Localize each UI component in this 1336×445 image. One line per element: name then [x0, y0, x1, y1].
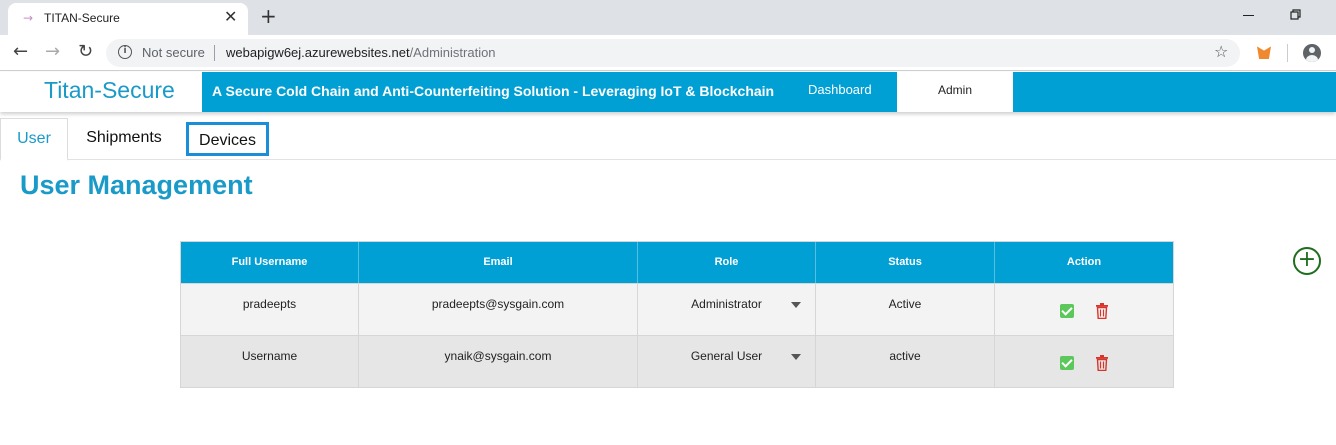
- role-select-value: General User: [690, 349, 763, 363]
- tagline: A Secure Cold Chain and Anti-Counterfeit…: [212, 83, 775, 99]
- cell-status: active: [816, 336, 995, 387]
- star-icon[interactable]: ☆: [1214, 42, 1228, 61]
- browser-tab[interactable]: → TITAN-Secure ✕: [8, 3, 248, 35]
- trash-icon[interactable]: [1095, 355, 1108, 371]
- minimize-window-button[interactable]: [1243, 6, 1255, 20]
- admin-subtabs: User Shipments Devices: [0, 118, 1336, 161]
- browser-tabstrip: → TITAN-Secure ✕ +: [0, 0, 1336, 35]
- extension-icon[interactable]: [1257, 46, 1271, 59]
- cell-email: pradeepts@sysgain.com: [359, 284, 638, 335]
- app-header: Titan-Secure A Secure Cold Chain and Ant…: [0, 72, 1336, 112]
- role-select[interactable]: Administrator: [638, 284, 816, 335]
- cell-email: ynaik@sysgain.com: [359, 336, 638, 387]
- cell-username: Username: [181, 336, 359, 387]
- table-row: pradeepts pradeepts@sysgain.com Administ…: [181, 283, 1173, 335]
- check-icon[interactable]: [1060, 304, 1075, 318]
- browser-toolbar: ← → ↻ i Not secure webapigw6ej.azurewebs…: [0, 35, 1336, 71]
- brand: Titan-Secure: [0, 72, 202, 112]
- security-label[interactable]: Not secure: [142, 45, 205, 60]
- address-divider: [214, 45, 215, 61]
- tab-title: TITAN-Secure: [44, 11, 120, 25]
- caret-down-icon: [791, 302, 801, 308]
- url-text[interactable]: webapigw6ej.azurewebsites.net/Administra…: [226, 45, 496, 60]
- table-row: Username ynaik@sysgain.com General User …: [181, 335, 1173, 387]
- url-path: /Administration: [409, 45, 496, 60]
- cell-status: Active: [816, 284, 995, 335]
- table-header-row: Full Username Email Role Status Action: [181, 242, 1173, 283]
- cell-actions: [995, 284, 1173, 335]
- header-banner: A Secure Cold Chain and Anti-Counterfeit…: [202, 72, 1336, 112]
- caret-down-icon: [791, 354, 801, 360]
- column-header-action: Action: [995, 242, 1173, 283]
- tab-favicon-icon: →: [23, 11, 34, 25]
- role-select-value: Administrator: [691, 297, 762, 311]
- tab-devices[interactable]: Devices: [186, 122, 269, 156]
- toolbar-divider: [1287, 44, 1288, 62]
- address-bar[interactable]: i Not secure webapigw6ej.azurewebsites.n…: [106, 39, 1240, 67]
- tab-close-icon[interactable]: ✕: [224, 7, 237, 26]
- profile-icon[interactable]: [1303, 44, 1321, 62]
- page-title: User Management: [20, 170, 253, 200]
- column-header-username: Full Username: [181, 242, 359, 283]
- back-icon[interactable]: ←: [13, 41, 28, 62]
- restore-window-button[interactable]: [1290, 9, 1302, 21]
- column-header-role: Role: [638, 242, 816, 283]
- tab-shipments[interactable]: Shipments: [68, 118, 180, 160]
- check-icon[interactable]: [1060, 356, 1075, 370]
- forward-icon[interactable]: →: [45, 41, 60, 62]
- role-select[interactable]: General User: [638, 336, 816, 387]
- tab-user[interactable]: User: [0, 118, 68, 161]
- add-user-button[interactable]: +: [1293, 247, 1321, 275]
- brand-title[interactable]: Titan-Secure: [44, 77, 175, 104]
- user-table: Full Username Email Role Status Action p…: [180, 241, 1174, 388]
- url-host: webapigw6ej.azurewebsites.net: [226, 45, 410, 60]
- cell-username: pradeepts: [181, 284, 359, 335]
- column-header-email: Email: [359, 242, 638, 283]
- nav-admin[interactable]: Admin: [897, 72, 1013, 112]
- nav-dashboard[interactable]: Dashboard: [808, 82, 872, 97]
- reload-icon[interactable]: ↻: [78, 41, 93, 62]
- new-tab-button[interactable]: +: [260, 4, 277, 28]
- info-icon[interactable]: i: [118, 45, 132, 59]
- column-header-status: Status: [816, 242, 995, 283]
- trash-icon[interactable]: [1095, 303, 1108, 319]
- cell-actions: [995, 336, 1173, 387]
